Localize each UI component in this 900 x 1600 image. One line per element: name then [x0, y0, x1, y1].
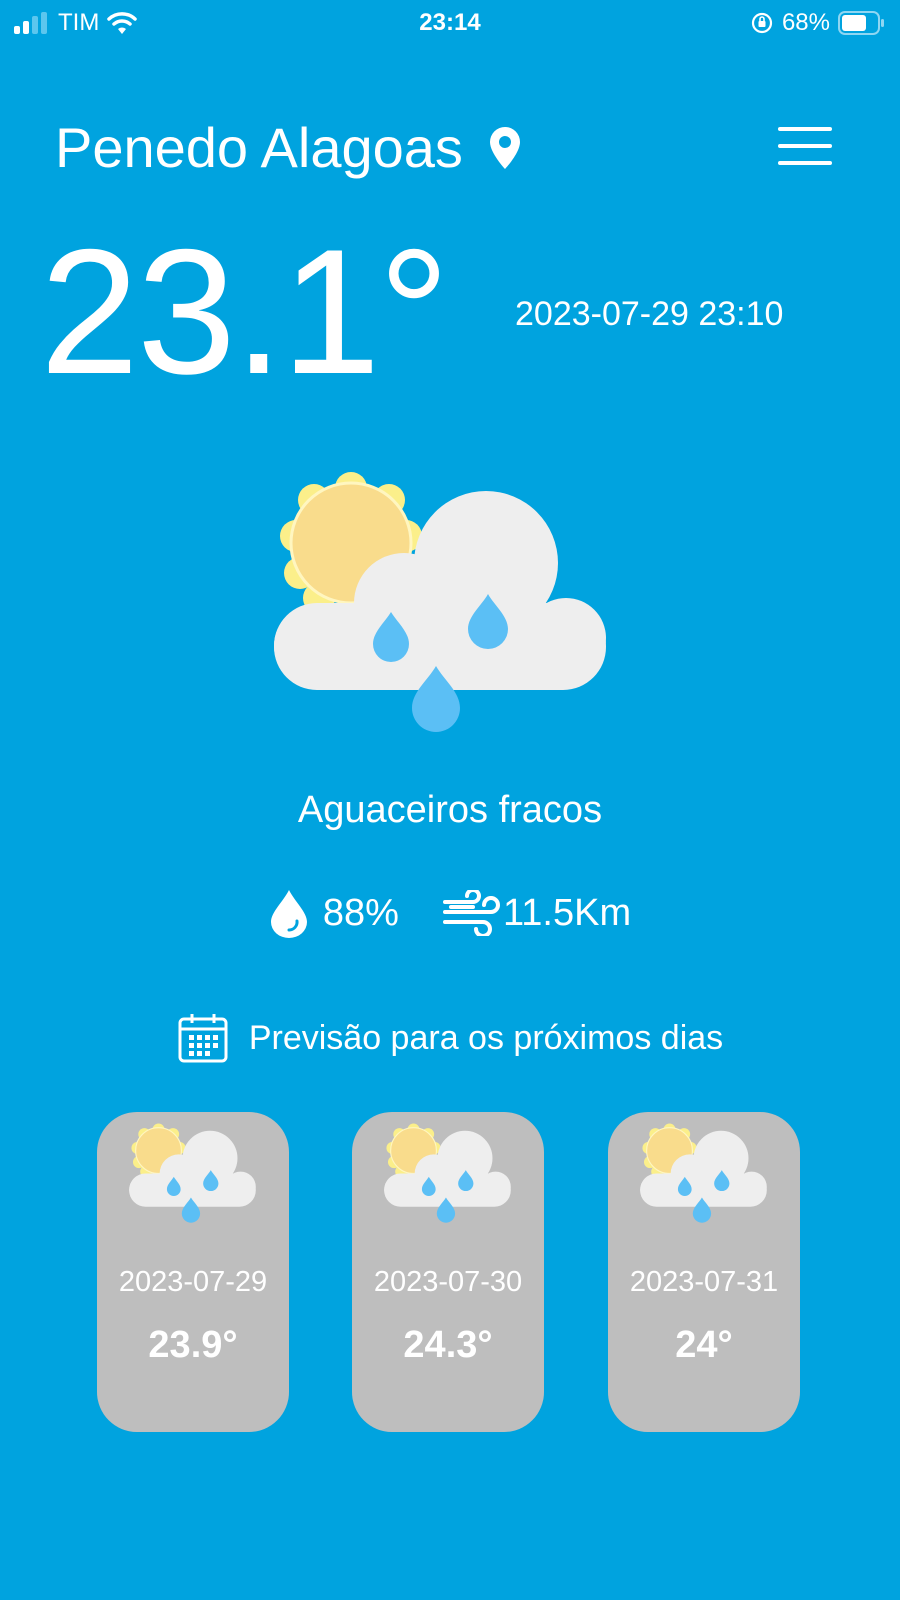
calendar-icon [178, 1014, 228, 1063]
forecast-card[interactable]: 2023-07-29 23.9° [97, 1112, 289, 1432]
sun-cloud-rain-icon [129, 1122, 259, 1225]
menu-button[interactable] [778, 126, 832, 166]
rotation-lock-icon [751, 12, 773, 34]
sun-cloud-rain-icon [384, 1122, 514, 1225]
forecast-date: 2023-07-30 [373, 1266, 523, 1298]
humidity-drop-icon [270, 890, 307, 938]
current-temperature: 23.1° [40, 212, 450, 411]
forecast-temp: 24.3° [403, 1324, 493, 1366]
current-stats: 88% 11.5Km [0, 888, 900, 938]
wind-value: 11.5Km [502, 892, 632, 934]
forecast-heading: Previsão para os próximos dias [0, 1012, 900, 1064]
condition-text: Aguaceiros fracos [297, 789, 603, 831]
battery-percent: 68% [781, 9, 830, 36]
hamburger-menu-icon [778, 127, 832, 165]
location-name: Penedo Alagoas [55, 116, 463, 179]
status-right: 68% [750, 6, 886, 40]
map-pin-icon [490, 127, 521, 169]
forecast-card[interactable]: 2023-07-30 24.3° [352, 1112, 544, 1432]
forecast-temp: 23.9° [148, 1324, 238, 1366]
location-title[interactable]: Penedo Alagoas [55, 112, 522, 184]
forecast-date: 2023-07-31 [629, 1266, 779, 1298]
forecast-card[interactable]: 2023-07-31 24° [608, 1112, 800, 1432]
battery-icon [838, 11, 884, 35]
sun-cloud-rain-icon [274, 468, 614, 738]
forecast-temp: 24° [675, 1324, 733, 1366]
humidity-value: 88% [322, 892, 399, 934]
sun-cloud-rain-icon [640, 1122, 770, 1225]
forecast-heading-text: Previsão para os próximos dias [248, 1019, 724, 1057]
wind-icon [442, 890, 500, 936]
forecast-date: 2023-07-29 [118, 1266, 268, 1298]
current-datetime: 2023-07-29 23:10 [515, 295, 784, 333]
